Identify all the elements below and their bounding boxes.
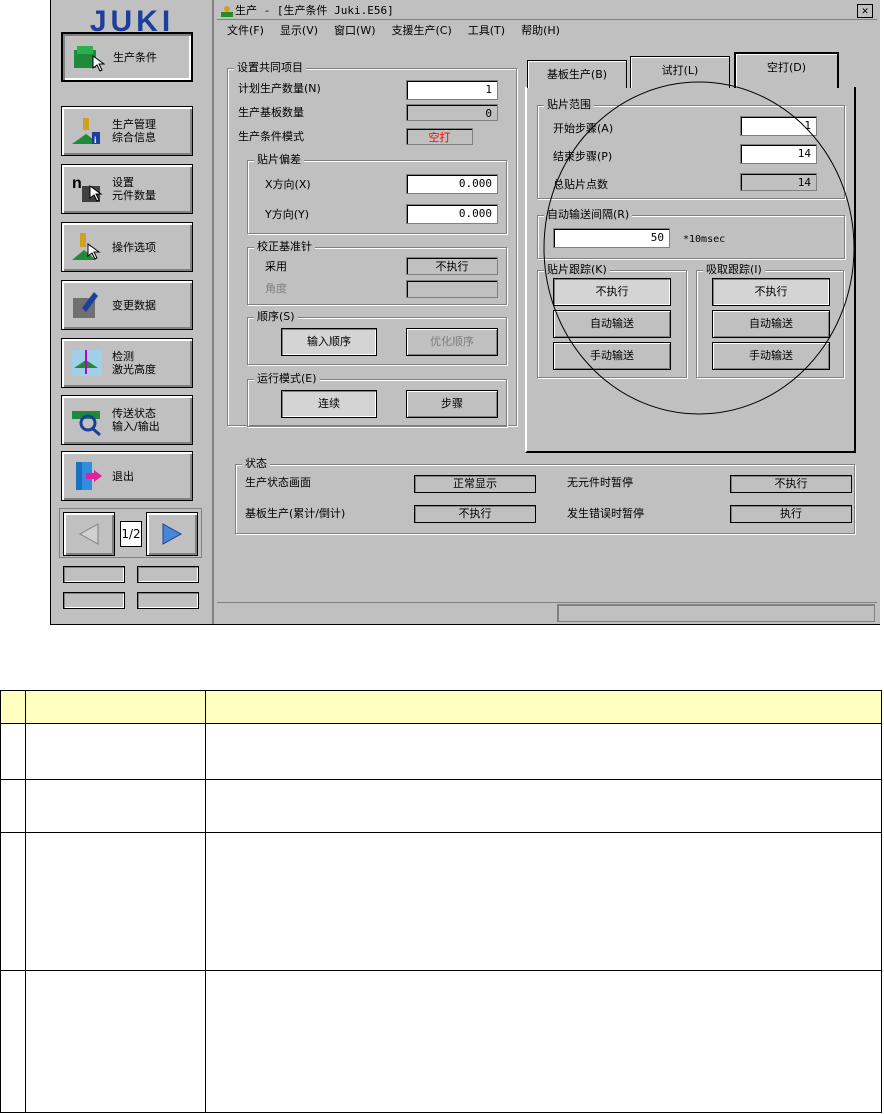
pin-title: 校正基准针: [254, 240, 315, 254]
page-number: 1/2: [120, 521, 142, 547]
next-page-button[interactable]: [146, 512, 198, 556]
svg-text:n: n: [72, 175, 82, 192]
prev-page-button[interactable]: [63, 512, 115, 556]
menu-item-0[interactable]: 文件(F): [227, 24, 264, 37]
page-navigator: 1/2: [59, 508, 202, 558]
description-table: [0, 690, 882, 1113]
x-offset-input[interactable]: 0.000: [406, 174, 498, 194]
sidebar: JUKI 生产条件 i 生产管理 综合信息 n 设置 元件数量 操作选项 变更数据 检测 激光…: [51, 0, 214, 624]
sidebar-button-label: 检测 激光高度: [112, 350, 156, 376]
sidebar-button-label: 设置 元件数量: [112, 176, 156, 202]
continuous-button[interactable]: 连续: [281, 390, 377, 418]
status-title: 状态: [242, 457, 270, 471]
close-button[interactable]: ✕: [857, 4, 873, 18]
component-count-icon: n: [72, 175, 103, 202]
sidebar-button-label: 生产条件: [113, 50, 157, 64]
board-count-value: 不执行: [414, 505, 536, 523]
sidebar-button-5[interactable]: 检测 激光高度: [61, 338, 193, 388]
sidebar-button-1[interactable]: i 生产管理 综合信息: [61, 106, 193, 156]
pin-angle-value: [406, 280, 498, 298]
sidebar-button-label: 变更数据: [112, 298, 156, 312]
edit-data-icon: [73, 292, 98, 318]
menu-item-1[interactable]: 显示(V): [280, 24, 318, 37]
board-qty-value: 0: [406, 104, 498, 121]
aux-box-2: [137, 566, 199, 583]
pin-use-value: 不执行: [406, 257, 498, 275]
sidebar-button-7[interactable]: 退出: [61, 451, 193, 501]
plan-qty-input[interactable]: 1: [406, 80, 498, 100]
menu-item-4[interactable]: 工具(T): [468, 24, 505, 37]
mode-label: 生产条件模式: [238, 130, 304, 143]
sidebar-button-label: 退出: [112, 469, 134, 483]
sidebar-button-6[interactable]: 传送状态 输入/输出: [61, 395, 193, 445]
no-part-pause-value: 不执行: [730, 475, 852, 493]
operation-option-icon: [72, 233, 101, 260]
laser-height-icon: [72, 350, 102, 376]
y-offset-input[interactable]: 0.000: [406, 204, 498, 224]
step-button[interactable]: 步骤: [406, 390, 498, 418]
mode-value: 空打: [406, 128, 473, 145]
pin-angle-label: 角度: [265, 282, 287, 295]
status-screen-label: 生产状态画面: [245, 476, 311, 489]
table-row: [0, 723, 882, 780]
x-offset-label: X方向(X): [265, 178, 311, 191]
table-header-cell: [0, 690, 26, 724]
table-row: [0, 832, 882, 971]
status-bar-panel: [557, 604, 875, 622]
table-header-row: [0, 690, 882, 724]
exit-door-icon: [76, 462, 102, 490]
aux-box-3: [63, 592, 125, 609]
next-arrow-icon: [162, 523, 183, 545]
table-row: [0, 779, 882, 833]
pin-use-label: 采用: [265, 260, 287, 273]
order-title: 顺序(S): [254, 310, 298, 324]
status-screen-value: 正常显示: [414, 475, 536, 493]
error-pause-label: 发生错误时暂停: [567, 507, 644, 520]
menu-item-2[interactable]: 窗口(W): [334, 24, 375, 37]
board-qty-label: 生产基板数量: [238, 106, 304, 119]
no-part-pause-label: 无元件时暂停: [567, 476, 633, 489]
prev-arrow-icon: [78, 523, 99, 545]
menu-bar: 文件(F) 显示(V) 窗口(W) 支援生产(C) 工具(T) 帮助(H): [217, 21, 877, 41]
optimize-order-button[interactable]: 优化顺序: [406, 328, 498, 356]
sidebar-button-4[interactable]: 变更数据: [61, 280, 193, 330]
table-header-cell: [25, 690, 206, 724]
sidebar-button-label: 操作选项: [112, 240, 156, 254]
table-header-cell: [205, 690, 882, 724]
app-icon: [221, 6, 233, 17]
title-bar: 生产 - [生产条件 Juki.E56] ✕: [217, 2, 877, 20]
sidebar-button-3[interactable]: 操作选项: [61, 222, 193, 272]
status-bar: [217, 602, 877, 622]
transfer-io-icon: [72, 411, 101, 437]
sidebar-button-2[interactable]: n 设置 元件数量: [61, 164, 193, 214]
sidebar-button-0[interactable]: 生产条件: [61, 32, 193, 82]
highlight-circle: [543, 81, 855, 415]
input-order-button[interactable]: 输入顺序: [281, 328, 377, 356]
aux-box-1: [63, 566, 125, 583]
error-pause-value: 执行: [730, 505, 852, 523]
production-condition-icon: [74, 46, 105, 72]
aux-box-4: [137, 592, 199, 609]
y-offset-label: Y方向(Y): [265, 208, 310, 221]
sidebar-button-label: 生产管理 综合信息: [112, 118, 156, 144]
sidebar-button-label: 传送状态 输入/输出: [112, 407, 160, 433]
board-count-label: 基板生产(累计/倒计): [245, 507, 346, 520]
common-settings-title: 设置共同项目: [234, 61, 306, 75]
menu-item-3[interactable]: 支援生产(C): [392, 24, 452, 37]
table-row: [0, 970, 882, 1113]
window-title: 生产 - [生产条件 Juki.E56]: [235, 4, 394, 17]
production-info-icon: i: [72, 118, 100, 145]
menu-item-5[interactable]: 帮助(H): [521, 24, 560, 37]
offset-title: 贴片偏差: [254, 153, 304, 167]
production-window: 生产 - [生产条件 Juki.E56] ✕ 文件(F) 显示(V) 窗口(W) 支援…: [217, 2, 877, 622]
run-mode-title: 运行模式(E): [254, 372, 320, 386]
plan-qty-label: 计划生产数量(N): [238, 82, 321, 95]
